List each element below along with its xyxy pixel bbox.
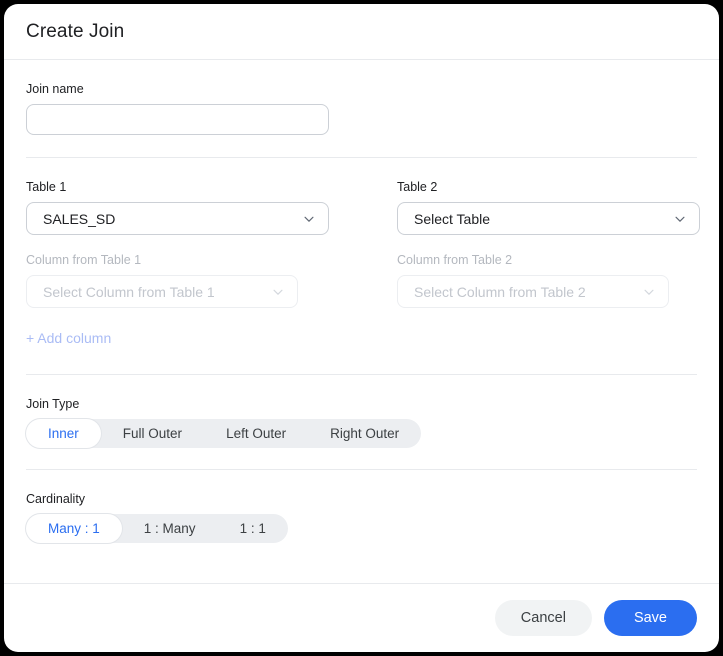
join-type-label: Join Type bbox=[26, 397, 697, 411]
table1-label: Table 1 bbox=[26, 180, 329, 194]
save-button[interactable]: Save bbox=[604, 600, 697, 636]
join-name-input[interactable] bbox=[26, 104, 329, 135]
cancel-button[interactable]: Cancel bbox=[495, 600, 592, 636]
join-name-section: Join name bbox=[26, 60, 697, 135]
join-name-label: Join name bbox=[26, 82, 697, 96]
table1-column: Table 1 SALES_SD Column from Table 1 Sel… bbox=[26, 180, 329, 348]
table1-select[interactable]: SALES_SD bbox=[26, 202, 329, 235]
join-type-option-inner[interactable]: Inner bbox=[26, 419, 101, 448]
table2-column-select-value: Select Column from Table 2 bbox=[414, 284, 642, 300]
join-type-option-right-outer[interactable]: Right Outer bbox=[308, 419, 421, 448]
cardinality-label: Cardinality bbox=[26, 492, 697, 506]
table2-select[interactable]: Select Table bbox=[397, 202, 700, 235]
table1-column-select[interactable]: Select Column from Table 1 bbox=[26, 275, 298, 308]
cardinality-section: Cardinality Many : 1 1 : Many 1 : 1 bbox=[26, 470, 697, 543]
cardinality-segmented-control: Many : 1 1 : Many 1 : 1 bbox=[26, 514, 288, 543]
chevron-down-icon bbox=[271, 285, 285, 299]
add-column-button[interactable]: + Add column bbox=[26, 330, 111, 346]
chevron-down-icon bbox=[302, 212, 316, 226]
cardinality-option-many-to-one[interactable]: Many : 1 bbox=[26, 514, 122, 543]
chevron-down-icon bbox=[673, 212, 687, 226]
join-type-segmented-control: Inner Full Outer Left Outer Right Outer bbox=[26, 419, 421, 448]
table2-label: Table 2 bbox=[397, 180, 700, 194]
cardinality-option-one-to-many[interactable]: 1 : Many bbox=[122, 514, 218, 543]
dialog-footer: Cancel Save bbox=[4, 583, 719, 652]
create-join-dialog: Create Join Join name Table 1 SALES_SD bbox=[4, 4, 719, 652]
chevron-down-icon bbox=[642, 285, 656, 299]
table1-column-select-value: Select Column from Table 1 bbox=[43, 284, 271, 300]
table1-select-value: SALES_SD bbox=[43, 211, 302, 227]
page-title: Create Join bbox=[26, 21, 124, 43]
table2-column-select[interactable]: Select Column from Table 2 bbox=[397, 275, 669, 308]
cardinality-option-one-to-one[interactable]: 1 : 1 bbox=[218, 514, 288, 543]
join-type-option-left-outer[interactable]: Left Outer bbox=[204, 419, 308, 448]
join-type-section: Join Type Inner Full Outer Left Outer Ri… bbox=[26, 375, 697, 448]
join-type-option-full-outer[interactable]: Full Outer bbox=[101, 419, 204, 448]
table2-column: Table 2 Select Table Column from Table 2… bbox=[397, 180, 700, 348]
dialog-body: Join name Table 1 SALES_SD Colum bbox=[4, 60, 719, 583]
dialog-header: Create Join bbox=[4, 4, 719, 60]
table2-select-value: Select Table bbox=[414, 211, 673, 227]
tables-section: Table 1 SALES_SD Column from Table 1 Sel… bbox=[26, 158, 697, 348]
table1-column-label: Column from Table 1 bbox=[26, 253, 329, 267]
table2-column-label: Column from Table 2 bbox=[397, 253, 700, 267]
